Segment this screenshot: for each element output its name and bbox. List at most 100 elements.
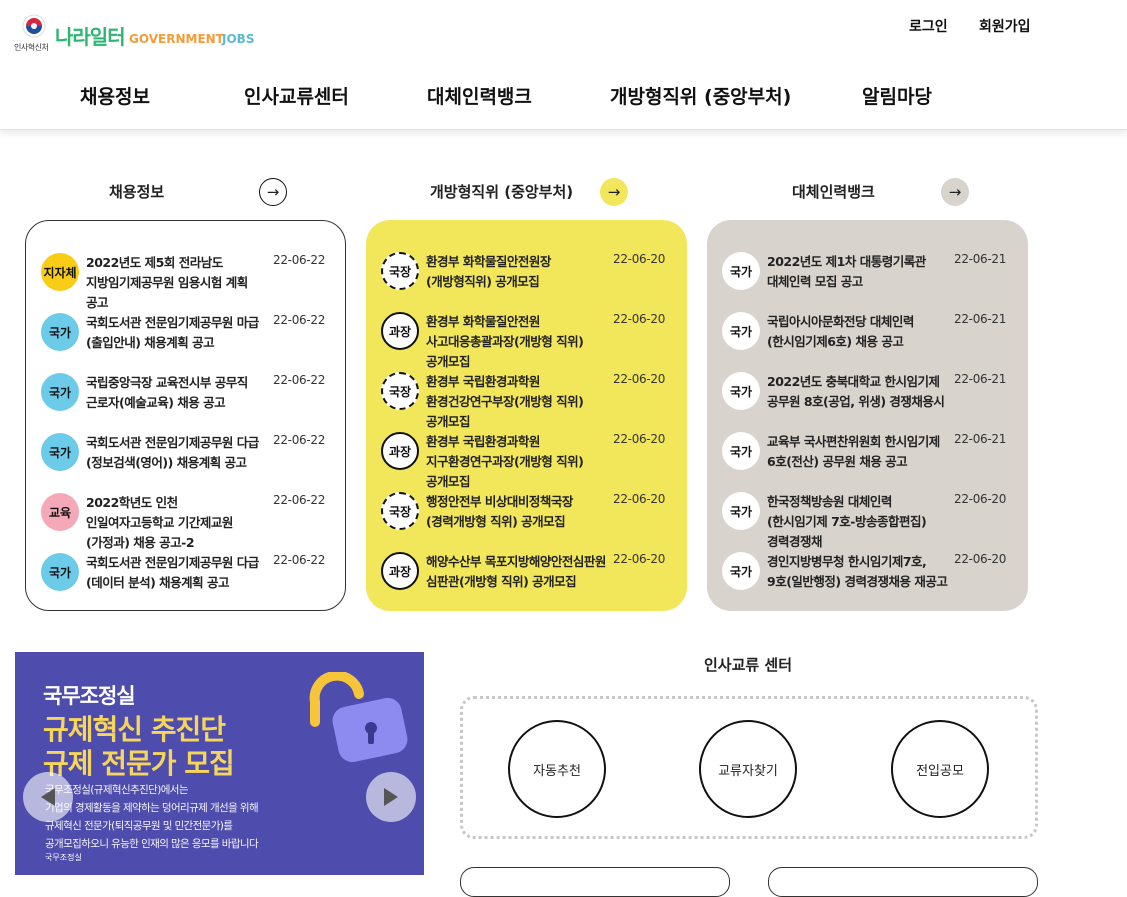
category-badge: 지자체	[41, 253, 79, 291]
nav-exchange-center[interactable]: 인사교류센터	[244, 82, 349, 109]
play-left-icon	[41, 788, 55, 806]
category-badge: 국가	[722, 492, 760, 530]
list-item[interactable]: 국가 국립중앙극장 교육전시부 공무직 근로자(예술교육) 채용 공고 22-0…	[26, 367, 347, 415]
list-item[interactable]: 국가 국회도서관 전문임기제공무원 다급(정보검색(영어)) 채용계획 공고 2…	[26, 427, 347, 475]
item-title: 2022년도 제5회 전라남도 지방임기제공무원 임용시험 계획 공고	[86, 255, 248, 310]
item-date: 22-06-20	[954, 492, 1007, 506]
item-title: 국회도서관 전문임기제공무원 다급(정보검색(영어)) 채용계획 공고	[86, 435, 259, 470]
list-item[interactable]: 교육 2022학년도 인천 인일여자고등학교 기간제교원 (가정과) 채용 공고…	[26, 487, 347, 550]
site-logo[interactable]: 나라일터	[55, 21, 126, 50]
item-date: 22-06-20	[613, 432, 666, 446]
category-badge: 국가	[722, 312, 760, 350]
item-date: 22-06-21	[954, 252, 1007, 266]
category-badge: 국가	[41, 373, 79, 411]
item-title: 환경부 국립환경과학원 환경건강연구부장(개방형 직위) 공개모집	[426, 374, 584, 429]
recruit-more-button[interactable]: →	[259, 178, 287, 206]
recruit-section-title: 채용정보	[109, 183, 165, 201]
logo-sub-government: GOVERNMENT	[129, 32, 224, 46]
rank-badge: 과장	[381, 432, 419, 470]
item-title: 경인지방병무청 한시임기제7호, 9호(일반행정) 경력경쟁채용 재공고	[767, 554, 948, 589]
item-title: 환경부 화학물질안전원장(개방형직위) 공개모집	[426, 254, 551, 289]
banner-next-button[interactable]	[366, 772, 416, 822]
arrow-right-icon: →	[948, 183, 962, 201]
list-item[interactable]: 국장 환경부 국립환경과학원 환경건강연구부장(개방형 직위) 공개모집 22-…	[366, 366, 687, 429]
rank-badge: 과장	[381, 312, 419, 350]
category-badge: 국가	[41, 433, 79, 471]
list-item[interactable]: 국가 국립아시아문화전당 대체인력(한시임기제6호) 채용 공고 22-06-2…	[707, 306, 1028, 354]
list-item[interactable]: 국가 2022년도 충북대학교 한시임기제 공무원 8호(공업, 위생) 경쟁채…	[707, 366, 1028, 414]
item-date: 22-06-20	[613, 312, 666, 326]
arrow-right-icon: →	[607, 183, 621, 201]
item-date: 22-06-20	[954, 552, 1007, 566]
item-title: 국회도서관 전문임기제공무원 다급(데이터 분석) 채용계획 공고	[86, 555, 259, 590]
list-item[interactable]: 국가 한국정책방송원 대체인력(한시임기제 7호-방송종합편집) 경력경쟁채 2…	[707, 486, 1028, 549]
list-item[interactable]: 국가 국회도서관 전문임기제공무원 마급(출입안내) 채용계획 공고 22-06…	[26, 307, 347, 355]
signup-link[interactable]: 회원가입	[979, 16, 1031, 36]
promo-banner[interactable]: 국무조정실 규제혁신 추진단 규제 전문가 모집 국무조정실(규제혁신추진단)에…	[15, 652, 424, 875]
item-title: 2022년도 충북대학교 한시임기제 공무원 8호(공업, 위생) 경쟁채용시	[767, 374, 945, 409]
item-date: 22-06-22	[273, 373, 326, 387]
auto-recommend-button[interactable]: 자동추천	[508, 720, 606, 818]
item-title: 교육부 국사편찬위원회 한시임기제 6호(전산) 공무원 채용 공고	[767, 434, 940, 469]
banner-desc-2: 기업의 경제활동을 제약하는 덩어리규제 개선을 위해	[45, 802, 259, 814]
item-date: 22-06-20	[613, 552, 666, 566]
item-date: 22-06-21	[954, 432, 1007, 446]
government-emblem-icon	[22, 14, 46, 38]
banner-org: 국무조정실	[43, 684, 136, 708]
list-item[interactable]: 국가 경인지방병무청 한시임기제7호, 9호(일반행정) 경력경쟁채용 재공고 …	[707, 546, 1028, 594]
banner-prev-button[interactable]	[23, 772, 73, 822]
item-date: 22-06-21	[954, 312, 1007, 326]
find-exchanger-button[interactable]: 교류자찾기	[699, 720, 797, 818]
item-title: 해양수산부 목포지방해양안전심판원 심판관(개방형 직위) 공개모집	[426, 554, 606, 589]
rank-badge: 국장	[381, 372, 419, 410]
substitute-more-button[interactable]: →	[941, 178, 969, 206]
ministry-label: 인사혁신처	[14, 43, 49, 52]
list-item[interactable]: 국가 국회도서관 전문임기제공무원 다급(데이터 분석) 채용계획 공고 22-…	[26, 547, 347, 595]
padlock-icon	[309, 672, 408, 763]
list-item[interactable]: 과장 환경부 화학물질안전원 사고대응총괄과장(개방형 직위) 공개모집 22-…	[366, 306, 687, 369]
nav-recruit[interactable]: 채용정보	[80, 82, 150, 109]
category-badge: 국가	[722, 432, 760, 470]
banner-desc-3: 규제혁신 전문가(퇴직공무원 및 민간전문가)를	[45, 820, 233, 832]
list-item[interactable]: 국가 교육부 국사편찬위원회 한시임기제 6호(전산) 공무원 채용 공고 22…	[707, 426, 1028, 474]
item-title: 국회도서관 전문임기제공무원 마급(출입안내) 채용계획 공고	[86, 315, 259, 350]
bottom-panel-left	[460, 867, 730, 897]
banner-desc-1: 국무조정실(규제혁신추진단)에서는	[45, 784, 189, 796]
nav-open-position[interactable]: 개방형직위 (중앙부처)	[610, 82, 791, 109]
rank-badge: 국장	[381, 252, 419, 290]
nav-notice[interactable]: 알림마당	[862, 82, 932, 109]
recruit-list: 지자체 2022년도 제5회 전라남도 지방임기제공무원 임용시험 계획 공고 …	[25, 220, 346, 611]
item-title: 한국정책방송원 대체인력(한시임기제 7호-방송종합편집) 경력경쟁채	[767, 494, 927, 549]
category-badge: 교육	[41, 493, 79, 531]
item-date: 22-06-21	[954, 372, 1007, 386]
site-header: 인사혁신처 나라일터 GOVERNMENT JOBS 로그인 회원가입 채용정보…	[0, 0, 1127, 130]
arrow-right-icon: →	[266, 183, 280, 201]
list-item[interactable]: 과장 환경부 국립환경과학원 지구환경연구과장(개방형 직위) 공개모집 22-…	[366, 426, 687, 489]
list-item[interactable]: 국장 행정안전부 비상대비정책국장(경력개방형 직위) 공개모집 22-06-2…	[366, 486, 687, 534]
category-badge: 국가	[41, 553, 79, 591]
login-link[interactable]: 로그인	[909, 16, 948, 36]
list-item[interactable]: 국가 2022년도 제1차 대통령기록관 대체인력 모집 공고 22-06-21	[707, 246, 1028, 294]
exchange-center-box: 자동추천 교류자찾기 전입공모	[460, 696, 1038, 839]
list-item[interactable]: 과장 해양수산부 목포지방해양안전심판원 심판관(개방형 직위) 공개모집 22…	[366, 546, 687, 594]
transfer-recruitment-button[interactable]: 전입공모	[891, 720, 989, 818]
item-date: 22-06-20	[613, 252, 666, 266]
rank-badge: 과장	[381, 552, 419, 590]
list-item[interactable]: 지자체 2022년도 제5회 전라남도 지방임기제공무원 임용시험 계획 공고 …	[26, 247, 347, 310]
item-date: 22-06-20	[613, 372, 666, 386]
item-date: 22-06-22	[273, 253, 326, 267]
open-section-title: 개방형직위 (중앙부처)	[430, 183, 574, 201]
banner-headline-2: 규제 전문가 모집	[43, 747, 235, 780]
category-badge: 국가	[41, 313, 79, 351]
category-badge: 국가	[722, 552, 760, 590]
banner-desc-4: 공개모집하오니 유능한 인재의 많은 응모를 바랍니다	[45, 838, 259, 850]
item-title: 2022학년도 인천 인일여자고등학교 기간제교원 (가정과) 채용 공고-2	[86, 495, 233, 550]
item-date: 22-06-22	[273, 553, 326, 567]
open-more-button[interactable]: →	[600, 178, 628, 206]
nav-substitute-bank[interactable]: 대체인력뱅크	[427, 82, 532, 109]
item-date: 22-06-22	[273, 433, 326, 447]
item-title: 2022년도 제1차 대통령기록관 대체인력 모집 공고	[767, 254, 926, 289]
item-title: 환경부 화학물질안전원 사고대응총괄과장(개방형 직위) 공개모집	[426, 314, 584, 369]
list-item[interactable]: 국장 환경부 화학물질안전원장(개방형직위) 공개모집 22-06-20	[366, 246, 687, 294]
item-title: 국립아시아문화전당 대체인력(한시임기제6호) 채용 공고	[767, 314, 914, 349]
